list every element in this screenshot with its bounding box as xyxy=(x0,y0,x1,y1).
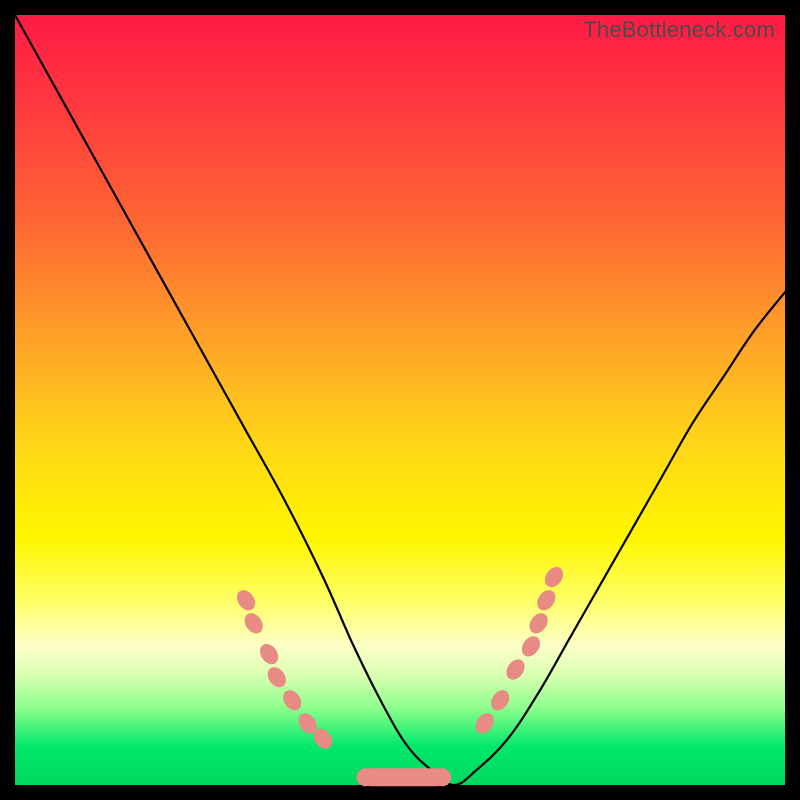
data-markers xyxy=(233,564,567,787)
data-marker xyxy=(472,710,498,737)
data-marker xyxy=(526,610,552,637)
data-marker xyxy=(241,610,267,637)
data-marker xyxy=(541,564,567,591)
data-marker xyxy=(233,587,259,614)
data-marker xyxy=(279,687,305,714)
curve-layer xyxy=(15,15,785,785)
plot-area: TheBottleneck.com xyxy=(15,15,785,785)
data-marker xyxy=(433,768,451,786)
data-marker xyxy=(256,641,282,668)
data-marker xyxy=(518,633,544,660)
data-marker xyxy=(503,656,529,683)
data-marker xyxy=(487,687,513,714)
data-marker xyxy=(533,587,559,614)
data-marker xyxy=(357,768,375,786)
data-marker xyxy=(264,664,290,691)
chart-frame: TheBottleneck.com xyxy=(0,0,800,800)
bottleneck-curve xyxy=(15,15,785,785)
